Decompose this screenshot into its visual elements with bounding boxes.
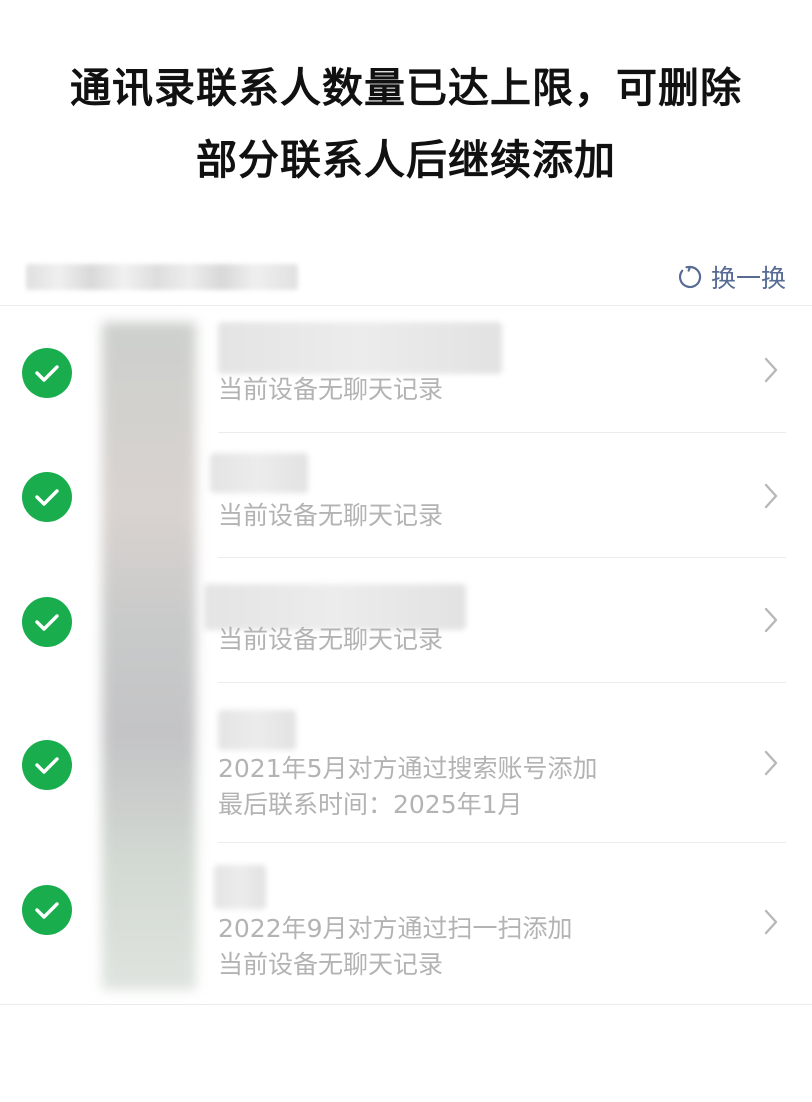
contact-note: 2021年5月对方通过搜索账号添加	[218, 754, 598, 783]
list-item[interactable]: 2022年9月对方通过扫一扫添加 当前设备无聊天记录	[0, 843, 812, 1005]
checkmark-icon	[35, 614, 59, 631]
contact-note: 当前设备无聊天记录	[218, 375, 444, 404]
page-title: 通讯录联系人数量已达上限，可删除 部分联系人后继续添加	[0, 52, 812, 196]
contact-last-contact: 最后联系时间：2025年1月	[218, 790, 523, 819]
checkbox-checked[interactable]	[22, 348, 72, 398]
chevron-right-icon	[764, 909, 778, 935]
blurred-contact-name	[218, 322, 502, 374]
checkmark-icon	[35, 902, 59, 919]
blurred-caption	[26, 264, 298, 290]
list-toolbar: 换一换	[0, 250, 812, 306]
checkmark-icon	[35, 365, 59, 382]
chevron-right-icon	[764, 483, 778, 509]
chevron-right-icon	[764, 357, 778, 383]
checkbox-checked[interactable]	[22, 740, 72, 790]
checkbox-checked[interactable]	[22, 597, 72, 647]
checkmark-icon	[35, 757, 59, 774]
title-line-2: 部分联系人后继续添加	[196, 136, 616, 184]
contact-note: 当前设备无聊天记录	[218, 501, 444, 530]
list-item[interactable]: 当前设备无聊天记录	[0, 433, 812, 558]
divider	[0, 1004, 812, 1005]
blurred-contact-name	[210, 453, 308, 493]
list-item[interactable]: 当前设备无聊天记录	[0, 308, 812, 433]
blurred-contact-name	[214, 865, 266, 909]
title-line-1: 通讯录联系人数量已达上限，可删除	[70, 64, 742, 112]
contact-note: 当前设备无聊天记录	[218, 625, 444, 654]
chevron-right-icon	[764, 607, 778, 633]
contact-chat-status: 当前设备无聊天记录	[218, 950, 444, 979]
list-item[interactable]: 2021年5月对方通过搜索账号添加 最后联系时间：2025年1月	[0, 683, 812, 843]
blurred-contact-name	[218, 710, 296, 750]
list-item[interactable]: 当前设备无聊天记录	[0, 558, 812, 683]
refresh-label: 换一换	[710, 264, 786, 293]
refresh-button[interactable]: 换一换	[677, 262, 786, 293]
checkbox-checked[interactable]	[22, 885, 72, 935]
refresh-icon	[678, 265, 702, 289]
chevron-right-icon	[764, 750, 778, 776]
contact-note: 2022年9月对方通过扫一扫添加	[218, 914, 573, 943]
checkmark-icon	[35, 489, 59, 506]
contact-list: 当前设备无聊天记录 当前设备无聊天记录 当前设备无聊天记录 2021年5月对方通…	[0, 308, 812, 1005]
checkbox-checked[interactable]	[22, 472, 72, 522]
contact-limit-screen: 通讯录联系人数量已达上限，可删除 部分联系人后继续添加 换一换 当前设备无聊天记…	[0, 0, 812, 1102]
